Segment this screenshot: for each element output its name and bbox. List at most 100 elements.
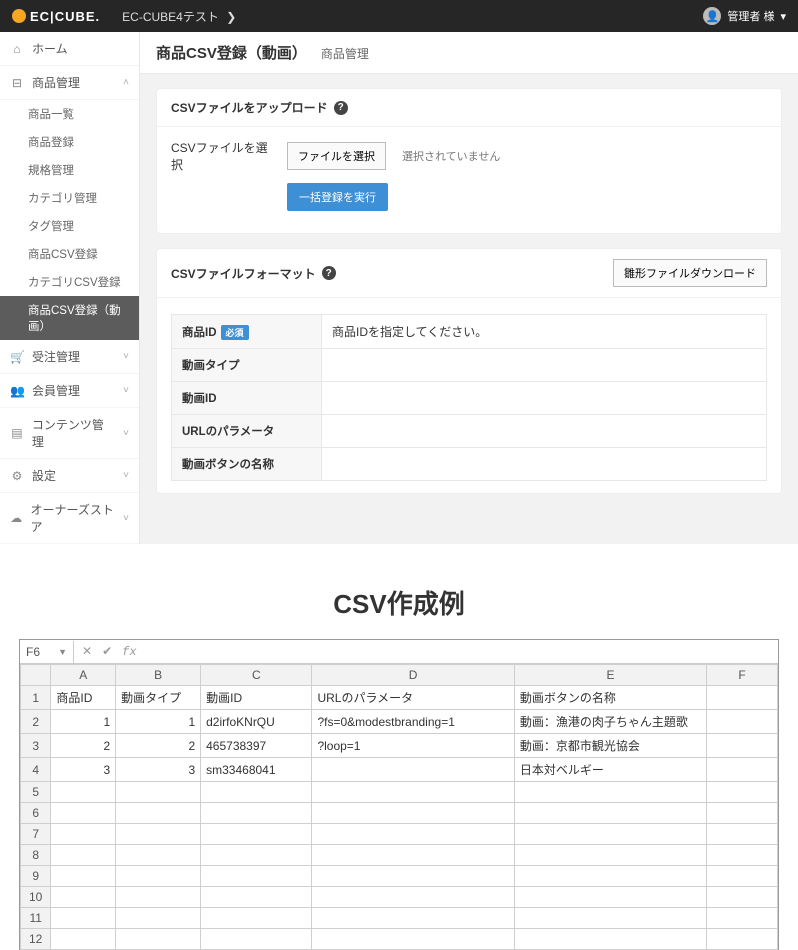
- cell[interactable]: [201, 929, 312, 950]
- choose-file-button[interactable]: ファイルを選択: [287, 142, 386, 170]
- cell[interactable]: [514, 782, 706, 803]
- fx-icon[interactable]: fx: [122, 645, 136, 659]
- cell[interactable]: [707, 803, 778, 824]
- cell[interactable]: [51, 845, 116, 866]
- cell[interactable]: [51, 803, 116, 824]
- row-header[interactable]: 4: [21, 758, 51, 782]
- cell[interactable]: [51, 908, 116, 929]
- cell[interactable]: ?loop=1: [312, 734, 514, 758]
- cell[interactable]: [514, 929, 706, 950]
- download-template-button[interactable]: 雛形ファイルダウンロード: [613, 259, 767, 287]
- row-header[interactable]: 6: [21, 803, 51, 824]
- sidebar-item-member[interactable]: 👥 会員管理 ˅: [0, 374, 139, 408]
- cancel-icon[interactable]: ✕: [82, 644, 92, 659]
- cell[interactable]: [514, 908, 706, 929]
- execute-button[interactable]: 一括登録を実行: [287, 183, 388, 211]
- sidebar-sub-class-manage[interactable]: 規格管理: [0, 156, 139, 184]
- cell[interactable]: [312, 908, 514, 929]
- cell[interactable]: [116, 908, 201, 929]
- cell[interactable]: 動画ID: [201, 686, 312, 710]
- sidebar-sub-tag[interactable]: タグ管理: [0, 212, 139, 240]
- cell[interactable]: [707, 929, 778, 950]
- sidebar-item-order[interactable]: 🛒 受注管理 ˅: [0, 340, 139, 374]
- sidebar-item-products[interactable]: ⊟ 商品管理 ˄: [0, 66, 139, 100]
- cell[interactable]: 動画：京都市観光協会: [514, 734, 706, 758]
- cell[interactable]: [707, 866, 778, 887]
- cell[interactable]: [707, 845, 778, 866]
- cell[interactable]: [312, 782, 514, 803]
- sidebar-item-owner[interactable]: ☁ オーナーズストア ˅: [0, 493, 139, 544]
- row-header[interactable]: 8: [21, 845, 51, 866]
- accept-icon[interactable]: ✔: [102, 644, 112, 659]
- cell[interactable]: 動画ボタンの名称: [514, 686, 706, 710]
- cell[interactable]: sm33468041: [201, 758, 312, 782]
- cell[interactable]: [51, 887, 116, 908]
- cell[interactable]: ?fs=0&modestbranding=1: [312, 710, 514, 734]
- row-header[interactable]: 7: [21, 824, 51, 845]
- sidebar-item-setting[interactable]: ⚙ 設定 ˅: [0, 459, 139, 493]
- sidebar-sub-product-list[interactable]: 商品一覧: [0, 100, 139, 128]
- cell[interactable]: 2: [116, 734, 201, 758]
- cell[interactable]: 日本対ベルギー: [514, 758, 706, 782]
- sidebar-sub-category[interactable]: カテゴリ管理: [0, 184, 139, 212]
- cell[interactable]: [51, 782, 116, 803]
- cell[interactable]: 3: [116, 758, 201, 782]
- cell[interactable]: [514, 866, 706, 887]
- row-header[interactable]: 9: [21, 866, 51, 887]
- cell[interactable]: [514, 824, 706, 845]
- row-header[interactable]: 5: [21, 782, 51, 803]
- column-header[interactable]: B: [116, 665, 201, 686]
- cell[interactable]: [707, 758, 778, 782]
- cell[interactable]: URLのパラメータ: [312, 686, 514, 710]
- cell[interactable]: [312, 866, 514, 887]
- sidebar-sub-csv-movie[interactable]: 商品CSV登録（動画）: [0, 296, 139, 340]
- cell[interactable]: [312, 803, 514, 824]
- cell[interactable]: [201, 908, 312, 929]
- logo[interactable]: EC|CUBE.: [12, 9, 100, 24]
- cell[interactable]: 1: [51, 710, 116, 734]
- sheet-corner[interactable]: [21, 665, 51, 686]
- cell[interactable]: [116, 803, 201, 824]
- row-header[interactable]: 10: [21, 887, 51, 908]
- cell[interactable]: [51, 929, 116, 950]
- spreadsheet-grid[interactable]: ABCDEF 1商品ID動画タイプ動画IDURLのパラメータ動画ボタンの名称21…: [20, 664, 778, 950]
- column-header[interactable]: A: [51, 665, 116, 686]
- cell[interactable]: [116, 824, 201, 845]
- help-icon[interactable]: ?: [322, 266, 336, 280]
- cell[interactable]: [514, 887, 706, 908]
- cell[interactable]: [514, 845, 706, 866]
- cell[interactable]: 2: [51, 734, 116, 758]
- cell[interactable]: [116, 782, 201, 803]
- cell[interactable]: [312, 845, 514, 866]
- cell[interactable]: [312, 887, 514, 908]
- cell[interactable]: [116, 929, 201, 950]
- cell[interactable]: 動画タイプ: [116, 686, 201, 710]
- cell[interactable]: [312, 758, 514, 782]
- cell[interactable]: [201, 824, 312, 845]
- cell[interactable]: [707, 824, 778, 845]
- cell[interactable]: [707, 887, 778, 908]
- cell[interactable]: [51, 866, 116, 887]
- cell[interactable]: [201, 845, 312, 866]
- help-icon[interactable]: ?: [334, 101, 348, 115]
- cell[interactable]: 1: [116, 710, 201, 734]
- cell[interactable]: [201, 887, 312, 908]
- row-header[interactable]: 12: [21, 929, 51, 950]
- cell[interactable]: [116, 887, 201, 908]
- cell[interactable]: [201, 866, 312, 887]
- cell[interactable]: [312, 929, 514, 950]
- site-switcher[interactable]: EC-CUBE4テスト ❯: [122, 8, 236, 25]
- sidebar-sub-product-register[interactable]: 商品登録: [0, 128, 139, 156]
- cell[interactable]: [116, 845, 201, 866]
- column-header[interactable]: E: [514, 665, 706, 686]
- cell[interactable]: 3: [51, 758, 116, 782]
- row-header[interactable]: 1: [21, 686, 51, 710]
- row-header[interactable]: 3: [21, 734, 51, 758]
- cell-name-box[interactable]: F6 ▼: [20, 641, 74, 663]
- cell[interactable]: [51, 824, 116, 845]
- cell[interactable]: [201, 782, 312, 803]
- column-header[interactable]: F: [707, 665, 778, 686]
- user-menu[interactable]: 👤 管理者 様 ▾: [703, 7, 786, 25]
- cell[interactable]: [312, 824, 514, 845]
- cell[interactable]: [201, 803, 312, 824]
